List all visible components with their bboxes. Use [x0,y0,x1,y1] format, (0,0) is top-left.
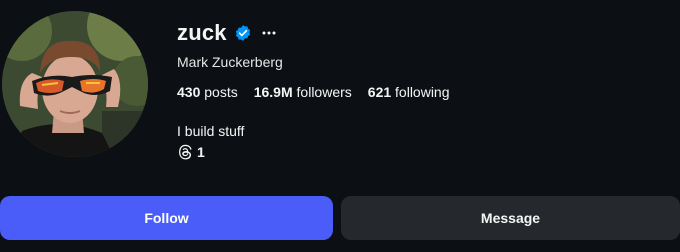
stat-posts[interactable]: 430 posts [177,84,238,100]
followers-count: 16.9M [253,84,293,100]
full-name: Mark Zuckerberg [177,54,283,70]
stat-followers[interactable]: 16.9M followers [254,84,352,100]
stat-following[interactable]: 621 following [368,84,450,100]
follow-button[interactable]: Follow [0,196,333,240]
avatar[interactable] [2,11,148,157]
threads-link[interactable]: 1 [177,144,466,160]
posts-count: 430 [177,84,201,100]
more-options-icon[interactable] [262,26,276,40]
threads-icon [177,144,193,160]
followers-label: followers [296,84,352,100]
message-button[interactable]: Message [341,196,680,240]
profile-stats: 430 posts 16.9M followers 621 following [177,84,466,100]
username-row: zuck [177,18,466,48]
following-count: 621 [367,84,392,100]
profile-info: zuck Mark Zuckerberg 430 posts 16.9M fol… [177,18,466,160]
threads-count: 1 [197,144,205,160]
following-label: following [395,84,450,100]
username: zuck [177,20,227,45]
profile-header: zuck Mark Zuckerberg 430 posts 16.9M fol… [0,0,680,252]
avatar-image [2,11,148,157]
verified-badge-icon [234,24,252,42]
bio: I build stuff [177,123,245,139]
posts-label: posts [204,84,238,100]
